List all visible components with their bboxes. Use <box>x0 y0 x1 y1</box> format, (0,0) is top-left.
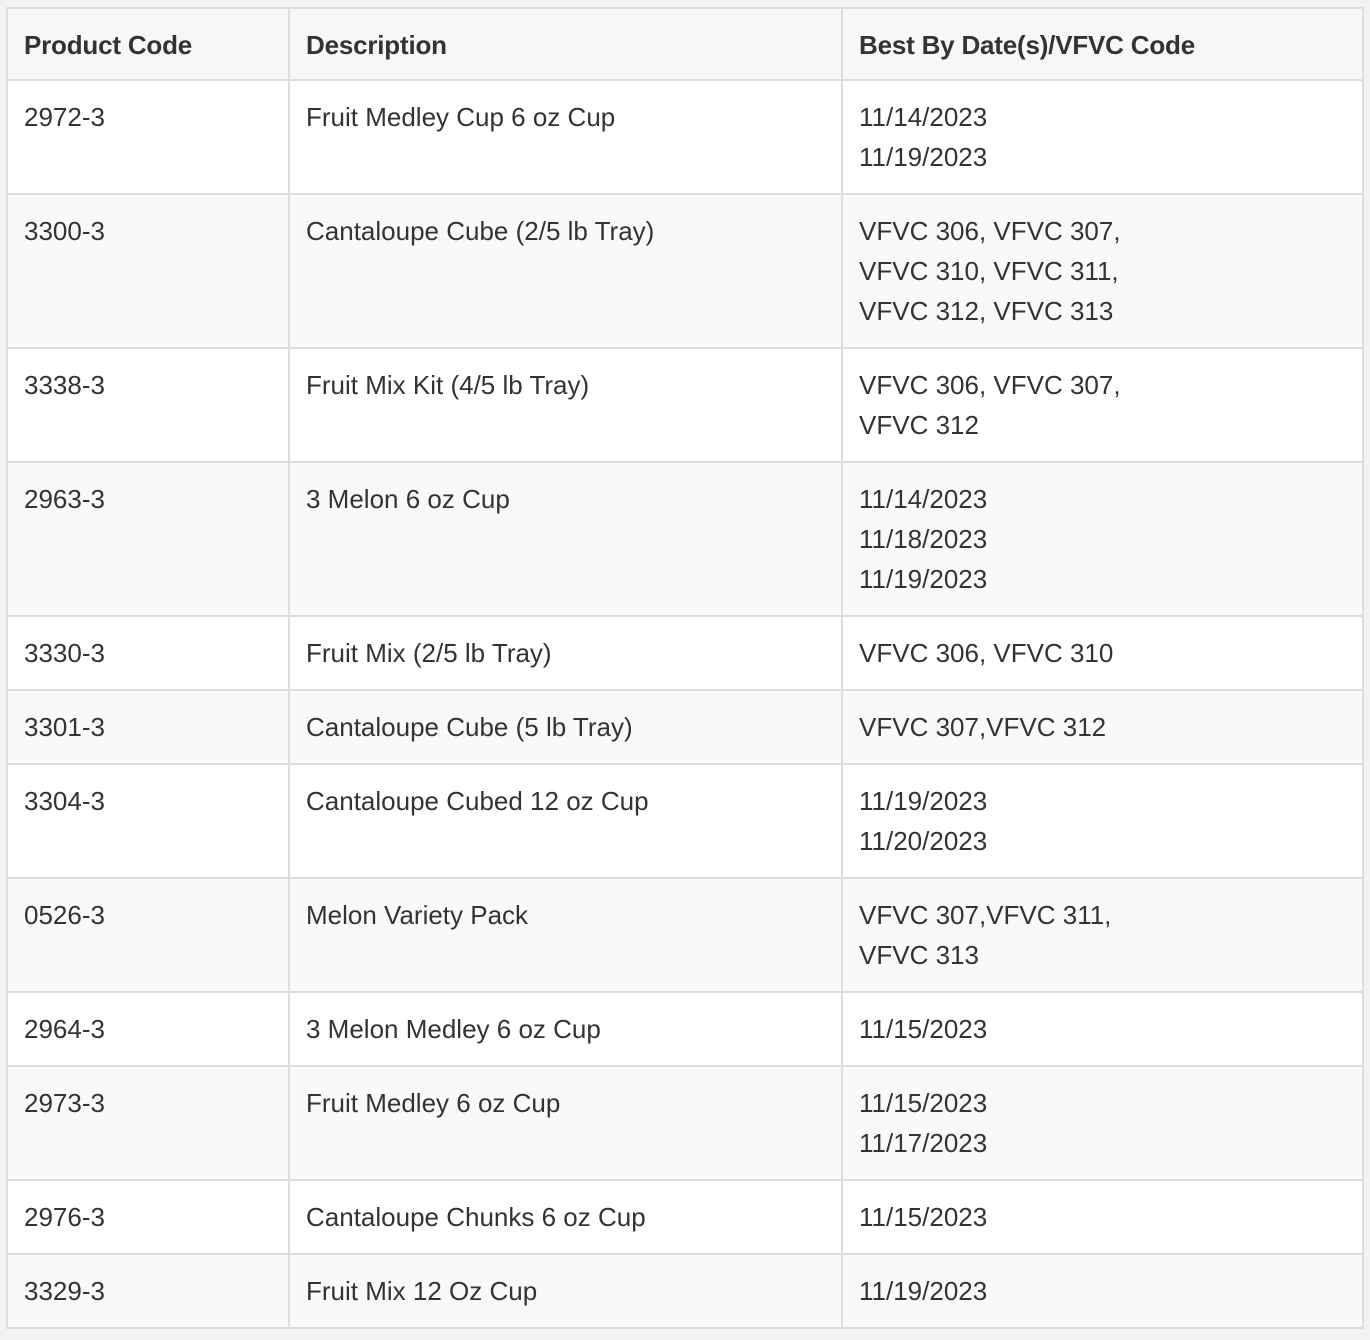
recall-table: Product Code Description Best By Date(s)… <box>6 7 1364 1329</box>
product-code-cell: 3329-3 <box>6 1253 290 1329</box>
best-by-line: VFVC 307,VFVC 311, <box>859 900 1112 930</box>
table-row: 3338-3 Fruit Mix Kit (4/5 lb Tray) VFVC 30… <box>6 347 1364 463</box>
best-by-line: VFVC 306, VFVC 307, <box>859 216 1121 246</box>
description-cell: Cantaloupe Cubed 12 oz Cup <box>288 763 843 879</box>
best-by-line: 11/14/2023 <box>859 102 988 132</box>
product-code-cell: 2963-3 <box>6 461 290 617</box>
table-row: 2964-3 3 Melon Medley 6 oz Cup 11/15/2023 <box>6 991 1364 1067</box>
best-by-cell: 11/14/2023 11/19/2023 <box>841 79 1364 195</box>
description-cell: Fruit Mix Kit (4/5 lb Tray) <box>288 347 843 463</box>
best-by-line: 11/19/2023 <box>859 786 988 816</box>
product-code-cell: 2976-3 <box>6 1179 290 1255</box>
description-cell: 3 Melon Medley 6 oz Cup <box>288 991 843 1067</box>
table-row: 2972-3 Fruit Medley Cup 6 oz Cup 11/14/202… <box>6 79 1364 195</box>
best-by-line: 11/18/2023 <box>859 524 988 554</box>
best-by-line: 11/15/2023 <box>859 1014 988 1044</box>
product-code-cell: 2972-3 <box>6 79 290 195</box>
best-by-line: 11/20/2023 <box>859 826 988 856</box>
table-row: 3301-3 Cantaloupe Cube (5 lb Tray) VFVC 30… <box>6 689 1364 765</box>
best-by-line: VFVC 310, VFVC 311, <box>859 256 1119 286</box>
product-code-cell: 2964-3 <box>6 991 290 1067</box>
best-by-cell: 11/15/2023 <box>841 991 1364 1067</box>
table-header: Product Code Description Best By Date(s)… <box>6 7 1364 81</box>
table-row: 3300-3 Cantaloupe Cube (2/5 lb Tray) VFVC … <box>6 193 1364 349</box>
table-row: 2976-3 Cantaloupe Chunks 6 oz Cup 11/15/20… <box>6 1179 1364 1255</box>
header-product-code: Product Code <box>6 7 290 81</box>
product-code-cell: 3330-3 <box>6 615 290 691</box>
best-by-line: 11/19/2023 <box>859 564 988 594</box>
product-code-cell: 0526-3 <box>6 877 290 993</box>
best-by-cell: 11/15/2023 11/17/2023 <box>841 1065 1364 1181</box>
header-row: Product Code Description Best By Date(s)… <box>6 7 1364 81</box>
description-cell: Fruit Medley 6 oz Cup <box>288 1065 843 1181</box>
best-by-cell: 11/19/2023 <box>841 1253 1364 1329</box>
best-by-cell: VFVC 306, VFVC 307, VFVC 312 <box>841 347 1364 463</box>
description-cell: Fruit Mix 12 Oz Cup <box>288 1253 843 1329</box>
recall-table-container: Product Code Description Best By Date(s)… <box>6 7 1364 1329</box>
best-by-line: VFVC 306, VFVC 310 <box>859 638 1114 668</box>
table-body: 2972-3 Fruit Medley Cup 6 oz Cup 11/14/202… <box>6 79 1364 1329</box>
best-by-cell: VFVC 306, VFVC 310 <box>841 615 1364 691</box>
best-by-line: VFVC 307,VFVC 312 <box>859 712 1107 742</box>
best-by-cell: 11/19/2023 11/20/2023 <box>841 763 1364 879</box>
best-by-line: 11/19/2023 <box>859 1276 988 1306</box>
description-cell: Melon Variety Pack <box>288 877 843 993</box>
description-cell: Cantaloupe Cube (2/5 lb Tray) <box>288 193 843 349</box>
table-row: 3304-3 Cantaloupe Cubed 12 oz Cup 11/19/20… <box>6 763 1364 879</box>
description-cell: Fruit Mix (2/5 lb Tray) <box>288 615 843 691</box>
header-description: Description <box>288 7 843 81</box>
best-by-line: VFVC 312 <box>859 410 979 440</box>
header-best-by: Best By Date(s)/VFVC Code <box>841 7 1364 81</box>
table-row: 0526-3 Melon Variety Pack VFVC 307,VFVC 31… <box>6 877 1364 993</box>
best-by-line: VFVC 312, VFVC 313 <box>859 296 1114 326</box>
best-by-cell: VFVC 307,VFVC 311, VFVC 313 <box>841 877 1364 993</box>
table-row: 2963-3 3 Melon 6 oz Cup 11/14/2023 11/18/20… <box>6 461 1364 617</box>
best-by-line: 11/15/2023 <box>859 1088 988 1118</box>
product-code-cell: 3304-3 <box>6 763 290 879</box>
best-by-cell: 11/15/2023 <box>841 1179 1364 1255</box>
best-by-line: 11/14/2023 <box>859 484 988 514</box>
description-cell: Fruit Medley Cup 6 oz Cup <box>288 79 843 195</box>
best-by-cell: VFVC 307,VFVC 312 <box>841 689 1364 765</box>
product-code-cell: 3338-3 <box>6 347 290 463</box>
product-code-cell: 3300-3 <box>6 193 290 349</box>
best-by-cell: 11/14/2023 11/18/2023 11/19/2023 <box>841 461 1364 617</box>
description-cell: 3 Melon 6 oz Cup <box>288 461 843 617</box>
table-row: 3330-3 Fruit Mix (2/5 lb Tray) VFVC 306, V… <box>6 615 1364 691</box>
description-cell: Cantaloupe Chunks 6 oz Cup <box>288 1179 843 1255</box>
description-cell: Cantaloupe Cube (5 lb Tray) <box>288 689 843 765</box>
best-by-line: 11/17/2023 <box>859 1128 988 1158</box>
best-by-line: 11/19/2023 <box>859 142 988 172</box>
best-by-line: 11/15/2023 <box>859 1202 988 1232</box>
product-code-cell: 2973-3 <box>6 1065 290 1181</box>
table-row: 2973-3 Fruit Medley 6 oz Cup 11/15/2023 11/… <box>6 1065 1364 1181</box>
best-by-line: VFVC 313 <box>859 940 979 970</box>
best-by-cell: VFVC 306, VFVC 307, VFVC 310, VFVC 311, VF… <box>841 193 1364 349</box>
product-code-cell: 3301-3 <box>6 689 290 765</box>
best-by-line: VFVC 306, VFVC 307, <box>859 370 1121 400</box>
table-row: 3329-3 Fruit Mix 12 Oz Cup 11/19/2023 <box>6 1253 1364 1329</box>
